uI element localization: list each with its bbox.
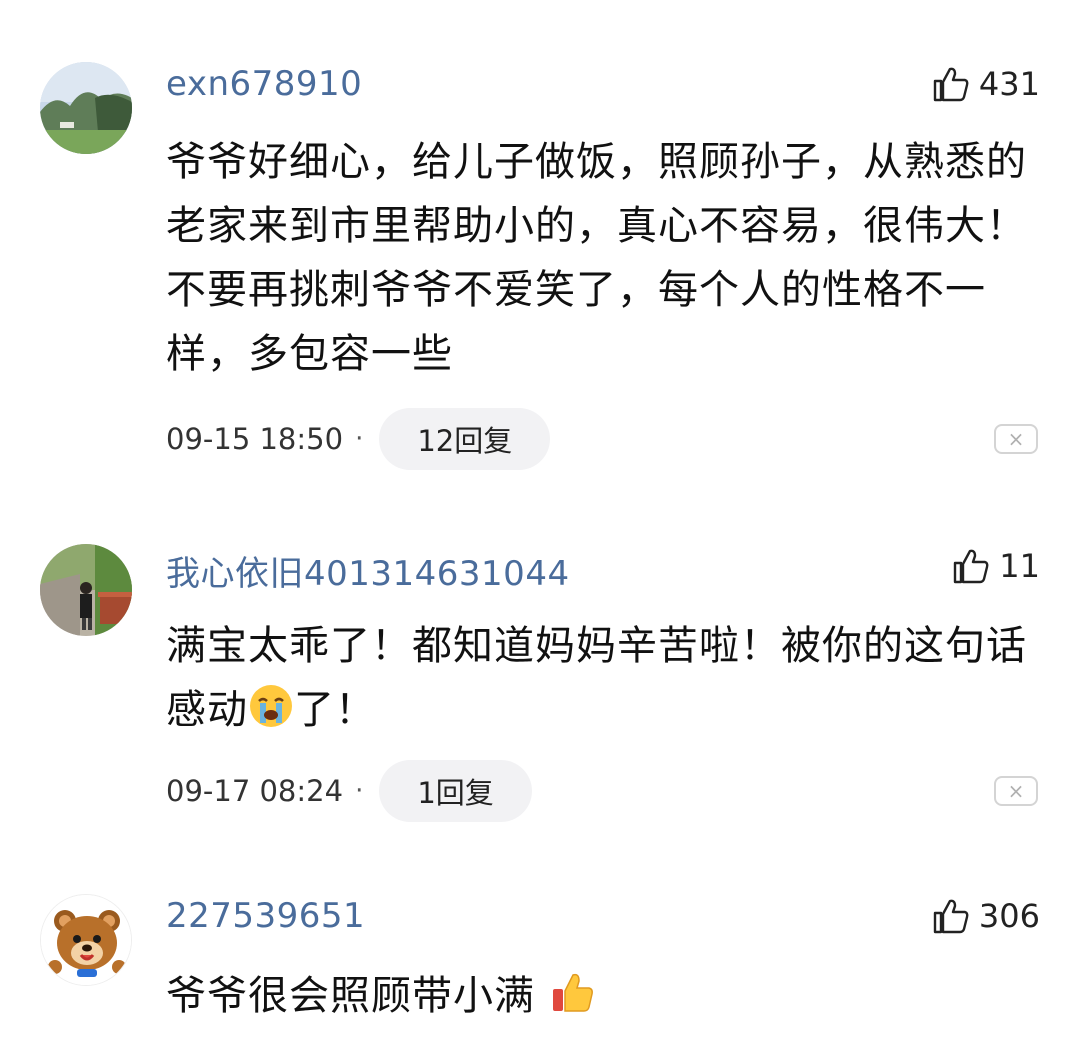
like-button[interactable]: 11 <box>951 544 1040 588</box>
bear-avatar-icon <box>41 895 131 985</box>
comment-meta: 09-17 08:24 · 1回复 <box>166 760 532 822</box>
thumbs-up-icon <box>954 549 989 584</box>
comment-meta: 09-15 18:50 · 12回复 <box>166 408 551 470</box>
username[interactable]: 我心依旧401314631044 <box>166 546 570 595</box>
user-avatar[interactable] <box>40 62 132 154</box>
username[interactable]: 227539651 <box>166 896 365 936</box>
user-avatar[interactable] <box>40 544 132 636</box>
username[interactable]: exn678910 <box>166 64 362 104</box>
comment-text: 爷爷好细心，给儿子做饭，照顾孙子，从熟悉的老家来到市里帮助小的，真心不容易，很伟… <box>166 139 1027 377</box>
thumbs-up-icon <box>933 67 969 102</box>
like-button[interactable]: 306 <box>931 894 1040 938</box>
separator-dot: · <box>355 424 364 454</box>
comment-text-part: 了！ <box>294 687 376 733</box>
close-icon: × <box>1007 779 1025 803</box>
like-button[interactable]: 431 <box>931 62 1040 106</box>
dismiss-button[interactable]: × <box>994 424 1038 454</box>
like-count: 306 <box>978 897 1040 935</box>
dismiss-button[interactable]: × <box>994 776 1038 806</box>
comment-time: 09-15 18:50 <box>166 422 344 456</box>
comment-text: 爷爷很会照顾带小满 <box>166 964 1046 1028</box>
like-count: 431 <box>978 65 1040 103</box>
reply-button[interactable]: 1回复 <box>379 760 532 822</box>
separator-dot: · <box>355 776 364 806</box>
landscape-avatar-icon <box>40 62 132 154</box>
comment-time: 09-17 08:24 <box>166 774 344 808</box>
thumbs-up-emoji-icon <box>552 973 593 1012</box>
close-icon: × <box>1007 427 1025 451</box>
like-count: 11 <box>999 547 1040 585</box>
user-avatar[interactable] <box>40 894 132 986</box>
comment-text: 满宝太乖了！都知道妈妈辛苦啦！被你的这句话感动 了！ <box>166 614 1046 742</box>
comment-text-part: 爷爷很会照顾带小满 <box>166 973 535 1019</box>
reply-button[interactable]: 12回复 <box>379 408 551 470</box>
crying-face-emoji-icon <box>250 685 292 727</box>
thumbs-up-icon <box>933 899 969 934</box>
person-avatar-icon <box>40 544 132 636</box>
